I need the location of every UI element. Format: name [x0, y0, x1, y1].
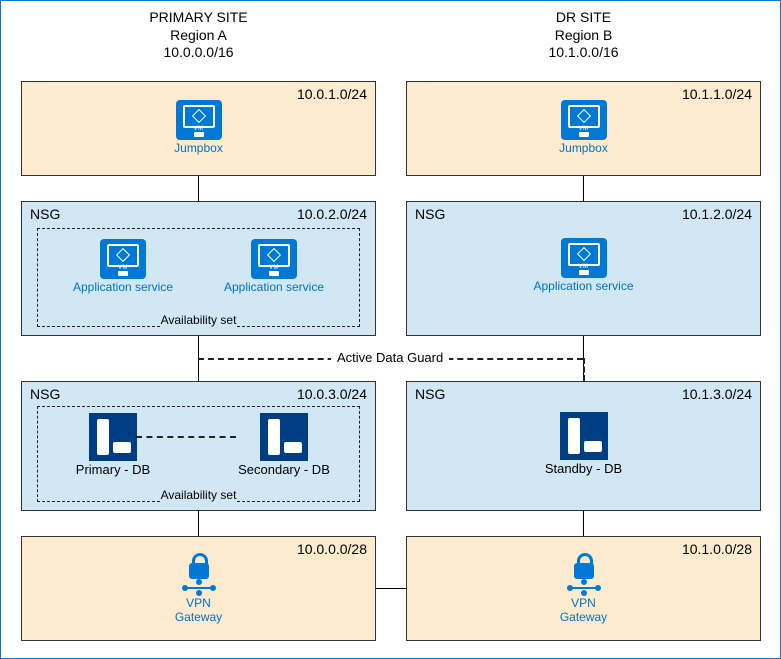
- dr-jumpbox: VM Jumpbox: [544, 100, 624, 156]
- connector-vpn: [376, 588, 406, 589]
- dr-app-svc: VM Application service: [524, 238, 644, 294]
- vm-icon: VM: [561, 100, 607, 140]
- db-label: Standby - DB: [534, 462, 634, 477]
- avset-label: Availability set: [161, 313, 237, 327]
- vpn-label2: Gateway: [164, 611, 234, 625]
- primary-db2: Secondary - DB: [234, 413, 334, 478]
- connector: [198, 176, 199, 201]
- dr-vpn-cidr: 10.1.0.0/28: [682, 541, 752, 557]
- primary-db1: Primary - DB: [63, 413, 163, 478]
- vpn-label1: VPN: [549, 597, 619, 611]
- vm-icon: VM: [100, 239, 146, 279]
- vm-icon: VM: [251, 239, 297, 279]
- primary-vpn-cidr: 10.0.0.0/28: [297, 541, 367, 557]
- connector: [583, 176, 584, 201]
- primary-app-avset: VM Application service VM Application se…: [37, 228, 360, 327]
- dr-db-subnet: NSG 10.1.3.0/24 Standby - DB: [406, 381, 761, 511]
- dr-vpn-subnet: 10.1.0.0/28 VPN Gateway: [406, 536, 761, 641]
- nsg-label: NSG: [30, 386, 60, 402]
- dr-cidr: 10.1.0.0/16: [406, 44, 761, 62]
- primary-app-cidr: 10.0.2.0/24: [297, 206, 367, 222]
- dr-vpn-gateway: VPN Gateway: [549, 553, 619, 625]
- dr-region: Region B: [406, 27, 761, 45]
- dr-db: Standby - DB: [534, 412, 634, 477]
- active-data-guard-label: Active Data Guard: [331, 350, 449, 365]
- db-server-icon: [89, 413, 137, 461]
- primary-region: Region A: [21, 27, 376, 45]
- db-server-icon: [260, 413, 308, 461]
- connector-db-pair: [136, 436, 236, 438]
- dr-jump-cidr: 10.1.1.0/24: [682, 86, 752, 102]
- primary-site-header: PRIMARY SITE Region A 10.0.0.0/16: [21, 9, 376, 62]
- primary-vpn-gateway: VPN Gateway: [164, 553, 234, 625]
- vm-icon: VM: [176, 100, 222, 140]
- vpn-label2: Gateway: [549, 611, 619, 625]
- primary-cidr: 10.0.0.0/16: [21, 44, 376, 62]
- jumpbox-label: Jumpbox: [544, 142, 624, 156]
- dr-app-cidr: 10.1.2.0/24: [682, 206, 752, 222]
- dr-site-header: DR SITE Region B 10.1.0.0/16: [406, 9, 761, 62]
- primary-jumpbox: VM Jumpbox: [159, 100, 239, 156]
- primary-app-svc2: VM Application service: [219, 239, 329, 295]
- connector: [198, 511, 199, 536]
- nsg-label: NSG: [415, 386, 445, 402]
- app-svc-label: Application service: [68, 281, 178, 295]
- dr-app-subnet: NSG 10.1.2.0/24 VM Application service: [406, 201, 761, 336]
- primary-db-cidr: 10.0.3.0/24: [297, 386, 367, 402]
- db-label: Secondary - DB: [234, 463, 334, 478]
- dr-db-cidr: 10.1.3.0/24: [682, 386, 752, 402]
- vpn-gateway-icon: [566, 553, 602, 595]
- vpn-label1: VPN: [164, 597, 234, 611]
- app-svc-label: Application service: [524, 280, 644, 294]
- connector: [583, 511, 584, 536]
- primary-app-subnet: NSG 10.0.2.0/24 VM Application service V…: [21, 201, 376, 336]
- jumpbox-label: Jumpbox: [159, 142, 239, 156]
- vm-icon: VM: [561, 238, 607, 278]
- app-svc-label: Application service: [219, 281, 329, 295]
- primary-title: PRIMARY SITE: [21, 9, 376, 27]
- dr-jumpbox-subnet: 10.1.1.0/24 VM Jumpbox: [406, 81, 761, 176]
- primary-app-svc1: VM Application service: [68, 239, 178, 295]
- connector-adg-v: [583, 358, 585, 381]
- primary-jump-cidr: 10.0.1.0/24: [297, 86, 367, 102]
- primary-db-avset: Primary - DB Secondary - DB Availability…: [37, 406, 360, 502]
- nsg-label: NSG: [30, 206, 60, 222]
- primary-jumpbox-subnet: 10.0.1.0/24 VM Jumpbox: [21, 81, 376, 176]
- vpn-gateway-icon: [181, 553, 217, 595]
- dr-title: DR SITE: [406, 9, 761, 27]
- avset-label: Availability set: [161, 488, 237, 502]
- db-server-icon: [560, 412, 608, 460]
- db-label: Primary - DB: [63, 463, 163, 478]
- primary-db-subnet: NSG 10.0.3.0/24 Primary - DB Secondary -…: [21, 381, 376, 511]
- primary-vpn-subnet: 10.0.0.0/28 VPN Gateway: [21, 536, 376, 641]
- nsg-label: NSG: [415, 206, 445, 222]
